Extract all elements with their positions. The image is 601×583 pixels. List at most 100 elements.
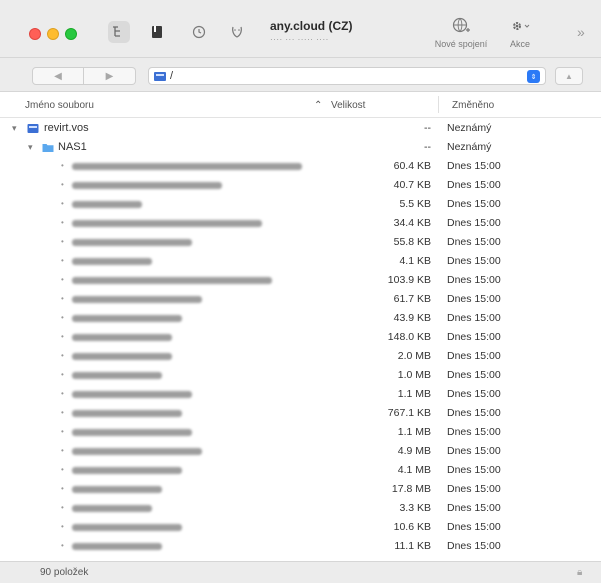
list-item[interactable]: • 1.0 MB Dnes 15:00 <box>0 366 601 385</box>
item-size: -- <box>424 122 431 134</box>
item-modified: Dnes 15:00 <box>447 369 501 381</box>
item-modified: Dnes 15:00 <box>447 312 501 324</box>
item-size: 148.0 KB <box>387 331 431 343</box>
disclosure-expanded-icon[interactable]: ▾ <box>28 142 33 153</box>
file-icon: • <box>61 427 64 436</box>
list-item[interactable]: • 4.1 MB Dnes 15:00 <box>0 461 601 480</box>
list-item[interactable]: • 43.9 KB Dnes 15:00 <box>0 309 601 328</box>
column-header: Jméno souboru ⌃ Velikost Změněno <box>0 92 601 118</box>
list-item[interactable]: • 11.1 KB Dnes 15:00 <box>0 537 601 556</box>
item-size: 61.7 KB <box>393 293 431 305</box>
list-item[interactable]: • 5.5 KB Dnes 15:00 <box>0 195 601 214</box>
list-item[interactable]: • 10.6 KB Dnes 15:00 <box>0 518 601 537</box>
list-item[interactable]: • 148.0 KB Dnes 15:00 <box>0 328 601 347</box>
zoom-window-button[interactable] <box>65 28 77 40</box>
list-item[interactable]: • 17.8 MB Dnes 15:00 <box>0 480 601 499</box>
item-modified: Dnes 15:00 <box>447 160 501 172</box>
disclosure-expanded-icon[interactable]: ▾ <box>12 123 17 134</box>
chevron-updown-icon: ⇕ <box>530 73 537 81</box>
list-item[interactable]: • 1.1 MB Dnes 15:00 <box>0 423 601 442</box>
chevron-left-icon: ◀ <box>54 70 62 82</box>
browser-view-button[interactable] <box>108 21 130 43</box>
list-item[interactable]: • 40.7 KB Dnes 15:00 <box>0 176 601 195</box>
item-modified: Dnes 15:00 <box>447 464 501 476</box>
item-modified: Dnes 15:00 <box>447 502 501 514</box>
file-icon: • <box>61 313 64 322</box>
file-icon: • <box>61 541 64 550</box>
actions-menu-button[interactable]: Akce <box>500 16 540 49</box>
path-bar: ◀ ▶ / ⇕ ▲ <box>0 58 601 92</box>
list-item[interactable]: • 60.4 KB Dnes 15:00 <box>0 157 601 176</box>
lock-icon: 🔒︎ <box>577 567 583 578</box>
new-connection-button[interactable]: Nové spojení <box>428 16 494 49</box>
file-icon: • <box>61 408 64 417</box>
item-modified: Dnes 15:00 <box>447 198 501 210</box>
list-item[interactable]: • 767.1 KB Dnes 15:00 <box>0 404 601 423</box>
item-modified: Dnes 15:00 <box>447 521 501 533</box>
list-item[interactable]: • 55.8 KB Dnes 15:00 <box>0 233 601 252</box>
item-size: 40.7 KB <box>393 179 431 191</box>
file-browser-window: any.cloud (CZ) ···· ··· ····· ···· Nové … <box>0 0 601 583</box>
close-window-button[interactable] <box>29 28 41 40</box>
back-button[interactable]: ◀ <box>32 67 84 85</box>
list-item[interactable]: • 4.9 MB Dnes 15:00 <box>0 442 601 461</box>
list-item[interactable]: • 61.7 KB Dnes 15:00 <box>0 290 601 309</box>
file-icon: • <box>61 446 64 455</box>
forward-button[interactable]: ▶ <box>84 67 136 85</box>
folder-tree-icon <box>113 26 120 37</box>
history-button[interactable] <box>188 21 210 43</box>
item-count: 90 položek <box>40 567 89 578</box>
file-icon: • <box>61 389 64 398</box>
list-item[interactable]: • 34.4 KB Dnes 15:00 <box>0 214 601 233</box>
item-size: 5.5 KB <box>399 198 431 210</box>
item-modified: Dnes 15:00 <box>447 293 501 305</box>
bonjour-button[interactable] <box>226 21 248 43</box>
list-item[interactable]: • 103.9 KB Dnes 15:00 <box>0 271 601 290</box>
bonjour-icon <box>232 26 242 38</box>
column-name-header[interactable]: Jméno souboru <box>25 100 94 111</box>
redacted-file-name <box>72 486 162 493</box>
item-size: 17.8 MB <box>391 483 431 495</box>
item-size: -- <box>424 141 431 153</box>
redacted-file-name <box>72 467 182 474</box>
list-item[interactable]: • 3.3 KB Dnes 15:00 <box>0 499 601 518</box>
item-modified: Dnes 15:00 <box>447 331 501 343</box>
list-item[interactable]: • 4.1 KB Dnes 15:00 <box>0 252 601 271</box>
redacted-file-name <box>72 182 222 189</box>
item-modified: Dnes 15:00 <box>447 540 501 552</box>
file-icon: • <box>61 294 64 303</box>
actions-label: Akce <box>509 39 530 49</box>
file-icon: • <box>61 351 64 360</box>
column-size-header[interactable]: Velikost <box>331 100 365 111</box>
bookmarks-button[interactable] <box>146 21 168 43</box>
bookmark-book-icon <box>152 26 162 38</box>
toolbar-overflow-chevron-icon[interactable]: » <box>577 24 585 40</box>
redacted-file-name <box>72 372 162 379</box>
item-size: 11.1 KB <box>394 540 431 552</box>
item-size: 2.0 MB <box>397 350 431 362</box>
list-item[interactable]: • 2.0 MB Dnes 15:00 <box>0 347 601 366</box>
item-modified: Dnes 15:00 <box>447 483 501 495</box>
file-icon: • <box>61 180 64 189</box>
file-icon: • <box>61 161 64 170</box>
redacted-file-name <box>72 429 192 436</box>
gear-icon <box>513 22 530 30</box>
minimize-window-button[interactable] <box>47 28 59 40</box>
item-modified: Dnes 15:00 <box>447 388 501 400</box>
redacted-file-name <box>72 315 182 322</box>
item-size: 767.1 KB <box>387 407 431 419</box>
redacted-file-name <box>72 258 152 265</box>
column-modified-header[interactable]: Změněno <box>452 100 494 111</box>
file-icon: • <box>61 199 64 208</box>
file-icon: • <box>61 218 64 227</box>
path-field[interactable]: / <box>148 67 546 85</box>
file-icon: • <box>61 370 64 379</box>
list-item[interactable]: ▾ NAS1 -- Neznámý <box>0 138 601 157</box>
list-item[interactable]: • 1.1 MB Dnes 15:00 <box>0 385 601 404</box>
list-item[interactable]: ▾ revirt.vos -- Neznámý <box>0 119 601 138</box>
file-icon: • <box>61 503 64 512</box>
column-divider[interactable] <box>438 96 439 113</box>
path-dropdown-button[interactable]: ⇕ <box>527 70 540 83</box>
item-size: 4.1 KB <box>399 255 431 267</box>
parent-folder-button[interactable]: ▲ <box>555 67 583 85</box>
